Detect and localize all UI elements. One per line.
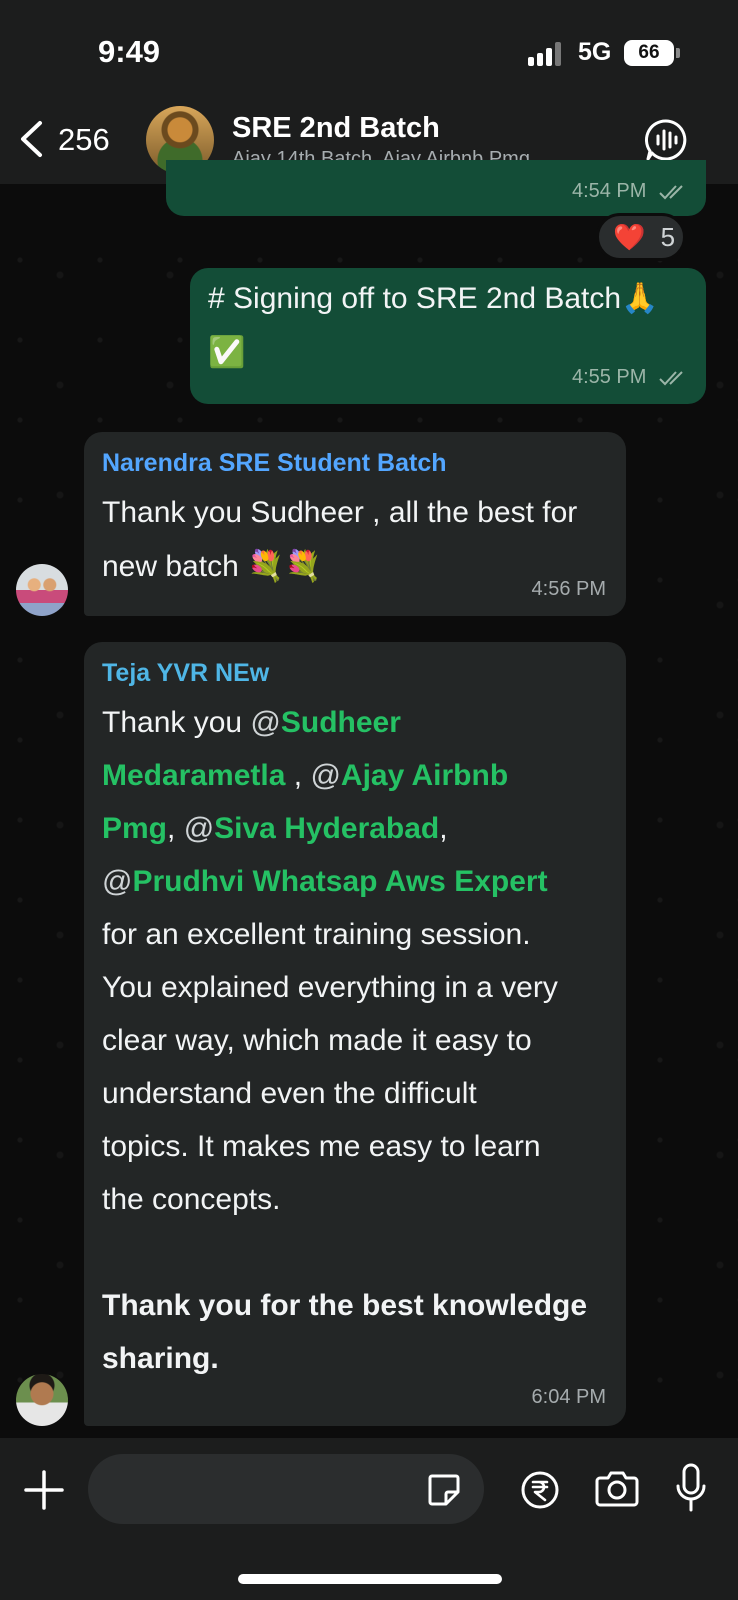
battery-tip <box>676 48 680 58</box>
rupee-icon[interactable] <box>520 1470 560 1510</box>
message-line: sharing. <box>102 1342 219 1375</box>
network-label: 5G <box>578 38 612 66</box>
message-line: Thank you @Sudheer <box>102 696 612 749</box>
separator: , <box>167 812 184 845</box>
heart-icon: ❤️ <box>613 222 646 252</box>
home-indicator <box>238 1574 502 1584</box>
incoming-message[interactable]: Narendra SRE Student Batch Thank you Sud… <box>84 432 626 616</box>
group-name[interactable]: SRE 2nd Batch <box>232 112 440 145</box>
message-text: new batch 💐💐 <box>102 550 322 583</box>
message-line: Thank you for the best knowledge <box>102 1289 588 1322</box>
message-text: Thank you Sudheer , all the best for <box>102 496 578 529</box>
avatar[interactable] <box>16 564 68 616</box>
message-body: Thank you @Sudheer Medarametla , @Ajay A… <box>102 696 612 1385</box>
reaction-count: 5 <box>660 222 676 252</box>
back-chevron-icon[interactable] <box>18 120 44 158</box>
incoming-message[interactable]: Teja YVR NEw Thank you @Sudheer Medarame… <box>84 642 626 1426</box>
mention-link[interactable]: Siva Hyderabad <box>214 812 439 845</box>
mention-link[interactable]: Medarametla <box>102 759 285 792</box>
time-label: 4:54 PM <box>571 180 647 202</box>
message-time: 4:55 PM <box>572 366 688 389</box>
input-bar <box>0 1438 738 1600</box>
at-sign: @ <box>102 865 133 898</box>
microphone-icon[interactable] <box>674 1462 708 1514</box>
message-line: Pmg, @Siva Hyderabad, <box>102 802 612 855</box>
mention-link[interactable]: Sudheer <box>281 706 401 739</box>
sticker-icon[interactable] <box>426 1472 462 1508</box>
message-line: the concepts. <box>102 1183 281 1216</box>
mention-link[interactable]: Pmg <box>102 812 167 845</box>
plus-icon[interactable] <box>22 1468 66 1512</box>
message-line: topics. It makes me easy to learn <box>102 1130 541 1163</box>
message-line: clear way, which made it easy to <box>102 1024 532 1057</box>
message-line: for an excellent training session. <box>102 918 531 951</box>
message-line: Medarametla , @Ajay Airbnb <box>102 749 612 802</box>
message-line: You explained everything in a very <box>102 971 558 1004</box>
voice-chat-icon[interactable] <box>644 118 688 162</box>
separator: , <box>285 759 311 792</box>
at-sign: @ <box>310 759 341 792</box>
message-line: @Prudhvi Whatsap Aws Expert <box>102 855 612 908</box>
separator: , <box>439 812 448 845</box>
avatar[interactable] <box>16 1374 68 1426</box>
at-sign: @ <box>183 812 215 845</box>
time-label: 4:55 PM <box>571 366 647 388</box>
message-input[interactable] <box>88 1454 484 1524</box>
status-time: 9:49 <box>98 34 161 69</box>
at-sign: @ <box>250 706 281 739</box>
read-ticks-icon <box>659 371 683 386</box>
battery-icon: 66 <box>624 40 674 66</box>
sender-name[interactable]: Teja YVR NEw <box>102 658 269 688</box>
check-emoji: ✅ <box>208 336 246 369</box>
message-text: # Signing off to SRE 2nd Batch🙏 <box>208 282 659 315</box>
reaction-badge[interactable]: ❤️ 5 <box>596 213 686 261</box>
camera-icon[interactable] <box>594 1468 640 1508</box>
message-text: Thank you <box>102 706 251 739</box>
message-time: 6:04 PM <box>531 1386 606 1408</box>
message-time: 4:54 PM <box>572 180 688 203</box>
message-line: understand even the difficult <box>102 1077 477 1110</box>
sender-name[interactable]: Narendra SRE Student Batch <box>102 448 447 478</box>
message-time: 4:56 PM <box>531 578 606 600</box>
outgoing-message[interactable]: # Signing off to SRE 2nd Batch🙏 ✅ 4:55 P… <box>190 268 706 404</box>
signal-icon <box>528 42 566 66</box>
unread-count[interactable]: 256 <box>58 122 110 158</box>
mention-link[interactable]: Ajay Airbnb <box>341 759 508 792</box>
read-ticks-icon <box>659 185 683 200</box>
outgoing-message[interactable]: 4:54 PM <box>166 160 706 216</box>
mention-link[interactable]: Prudhvi Whatsap Aws Expert <box>132 865 547 898</box>
status-bar: 9:49 5G 66 <box>0 0 738 100</box>
